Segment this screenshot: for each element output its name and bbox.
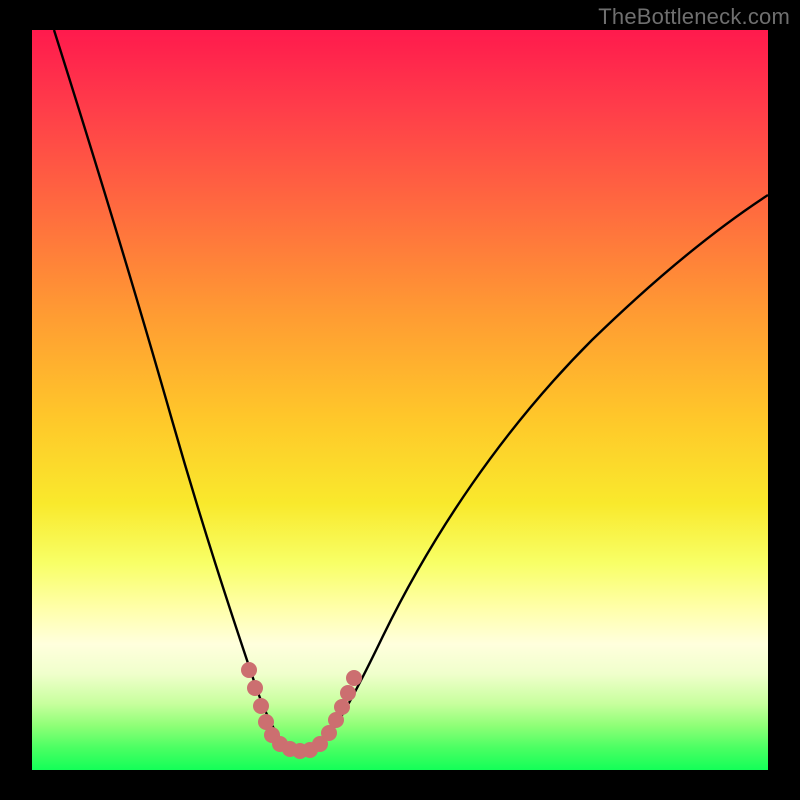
- plot-area: [32, 30, 768, 770]
- watermark-text: TheBottleneck.com: [598, 4, 790, 30]
- highlight-dots: [241, 662, 362, 759]
- curve-svg: [32, 30, 768, 770]
- bottleneck-curve-line: [54, 30, 768, 752]
- chart-frame: TheBottleneck.com: [0, 0, 800, 800]
